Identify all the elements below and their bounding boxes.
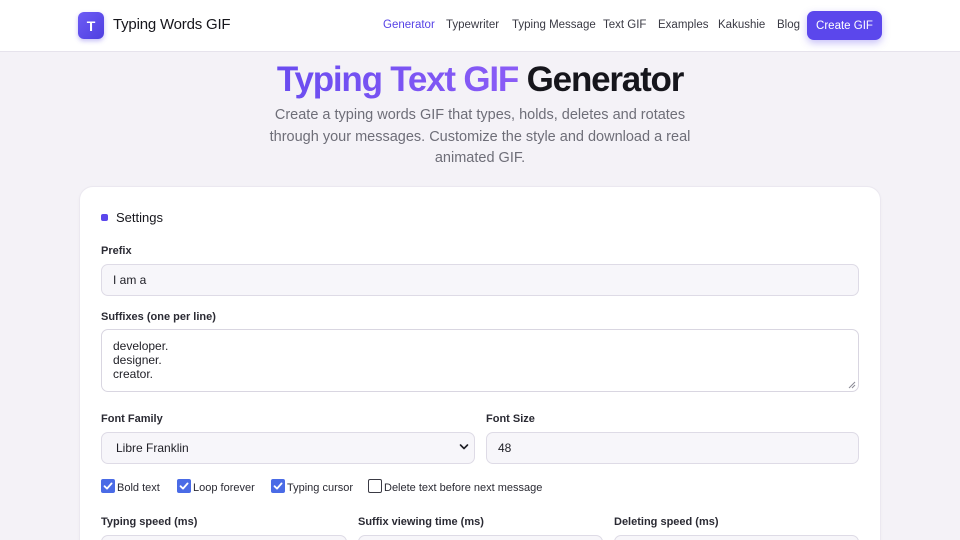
nav-typing-message[interactable]: Typing Message bbox=[512, 19, 596, 31]
typing-speed-input[interactable] bbox=[101, 535, 347, 540]
font-family-select[interactable]: Libre Franklin bbox=[101, 432, 475, 464]
font-family-value: Libre Franklin bbox=[116, 441, 189, 455]
font-size-value: 48 bbox=[498, 441, 512, 455]
page-title: Typing Text GIF Generator bbox=[0, 60, 960, 100]
page-title-rest: Generator bbox=[526, 60, 685, 99]
nav-generator[interactable]: Generator bbox=[383, 19, 435, 31]
deleting-speed-label: Deleting speed (ms) bbox=[614, 516, 719, 528]
font-size-label: Font Size bbox=[486, 413, 535, 425]
chevron-down-icon bbox=[459, 444, 469, 450]
suffixes-label: Suffixes (one per line) bbox=[101, 311, 216, 323]
nav-blog[interactable]: Blog bbox=[777, 19, 800, 31]
suffix-viewing-time-input[interactable] bbox=[358, 535, 603, 540]
prefix-input-value: I am a bbox=[113, 273, 147, 287]
font-family-label: Font Family bbox=[101, 413, 163, 425]
suffix-viewing-time-label: Suffix viewing time (ms) bbox=[358, 516, 484, 528]
suffix-line: developer. bbox=[113, 339, 169, 353]
prefix-input[interactable]: I am a bbox=[101, 264, 859, 296]
checkmark-icon bbox=[179, 482, 189, 490]
typing-speed-label: Typing speed (ms) bbox=[101, 516, 198, 528]
delete-text-checkbox[interactable] bbox=[368, 479, 382, 493]
bold-text-checkbox[interactable] bbox=[101, 479, 115, 493]
suffix-line: designer. bbox=[113, 353, 162, 367]
font-size-input[interactable]: 48 bbox=[486, 432, 859, 464]
delete-text-label: Delete text before next message bbox=[384, 482, 543, 494]
nav-text-gif[interactable]: Text GIF bbox=[603, 19, 646, 31]
nav-kakushie[interactable]: Kakushie bbox=[718, 19, 765, 31]
prefix-label: Prefix bbox=[101, 245, 132, 257]
bold-text-label: Bold text bbox=[117, 482, 160, 494]
nav-typewriter[interactable]: Typewriter bbox=[446, 19, 499, 31]
nav-examples[interactable]: Examples bbox=[658, 19, 709, 31]
typing-cursor-label: Typing cursor bbox=[287, 482, 354, 494]
page-subtitle: Create a typing words GIF that types, ho… bbox=[269, 107, 691, 166]
suffix-line: creator. bbox=[113, 367, 154, 381]
loop-forever-checkbox[interactable] bbox=[177, 479, 191, 493]
resize-handle-icon[interactable] bbox=[848, 381, 856, 389]
deleting-speed-input[interactable] bbox=[614, 535, 859, 540]
checkmark-icon bbox=[103, 482, 113, 490]
suffixes-textarea[interactable]: developer. designer. creator. bbox=[101, 329, 859, 392]
create-gif-button[interactable]: Create GIF bbox=[807, 11, 882, 40]
loop-forever-label: Loop forever bbox=[193, 482, 255, 494]
top-header: T Typing Words GIF Generator Typewriter … bbox=[0, 0, 960, 52]
settings-heading: Settings bbox=[116, 210, 163, 225]
typing-cursor-checkbox[interactable] bbox=[271, 479, 285, 493]
page-title-accent: Typing Text GIF bbox=[276, 60, 519, 99]
checkmark-icon bbox=[273, 482, 283, 490]
settings-bullet-icon bbox=[101, 214, 108, 221]
